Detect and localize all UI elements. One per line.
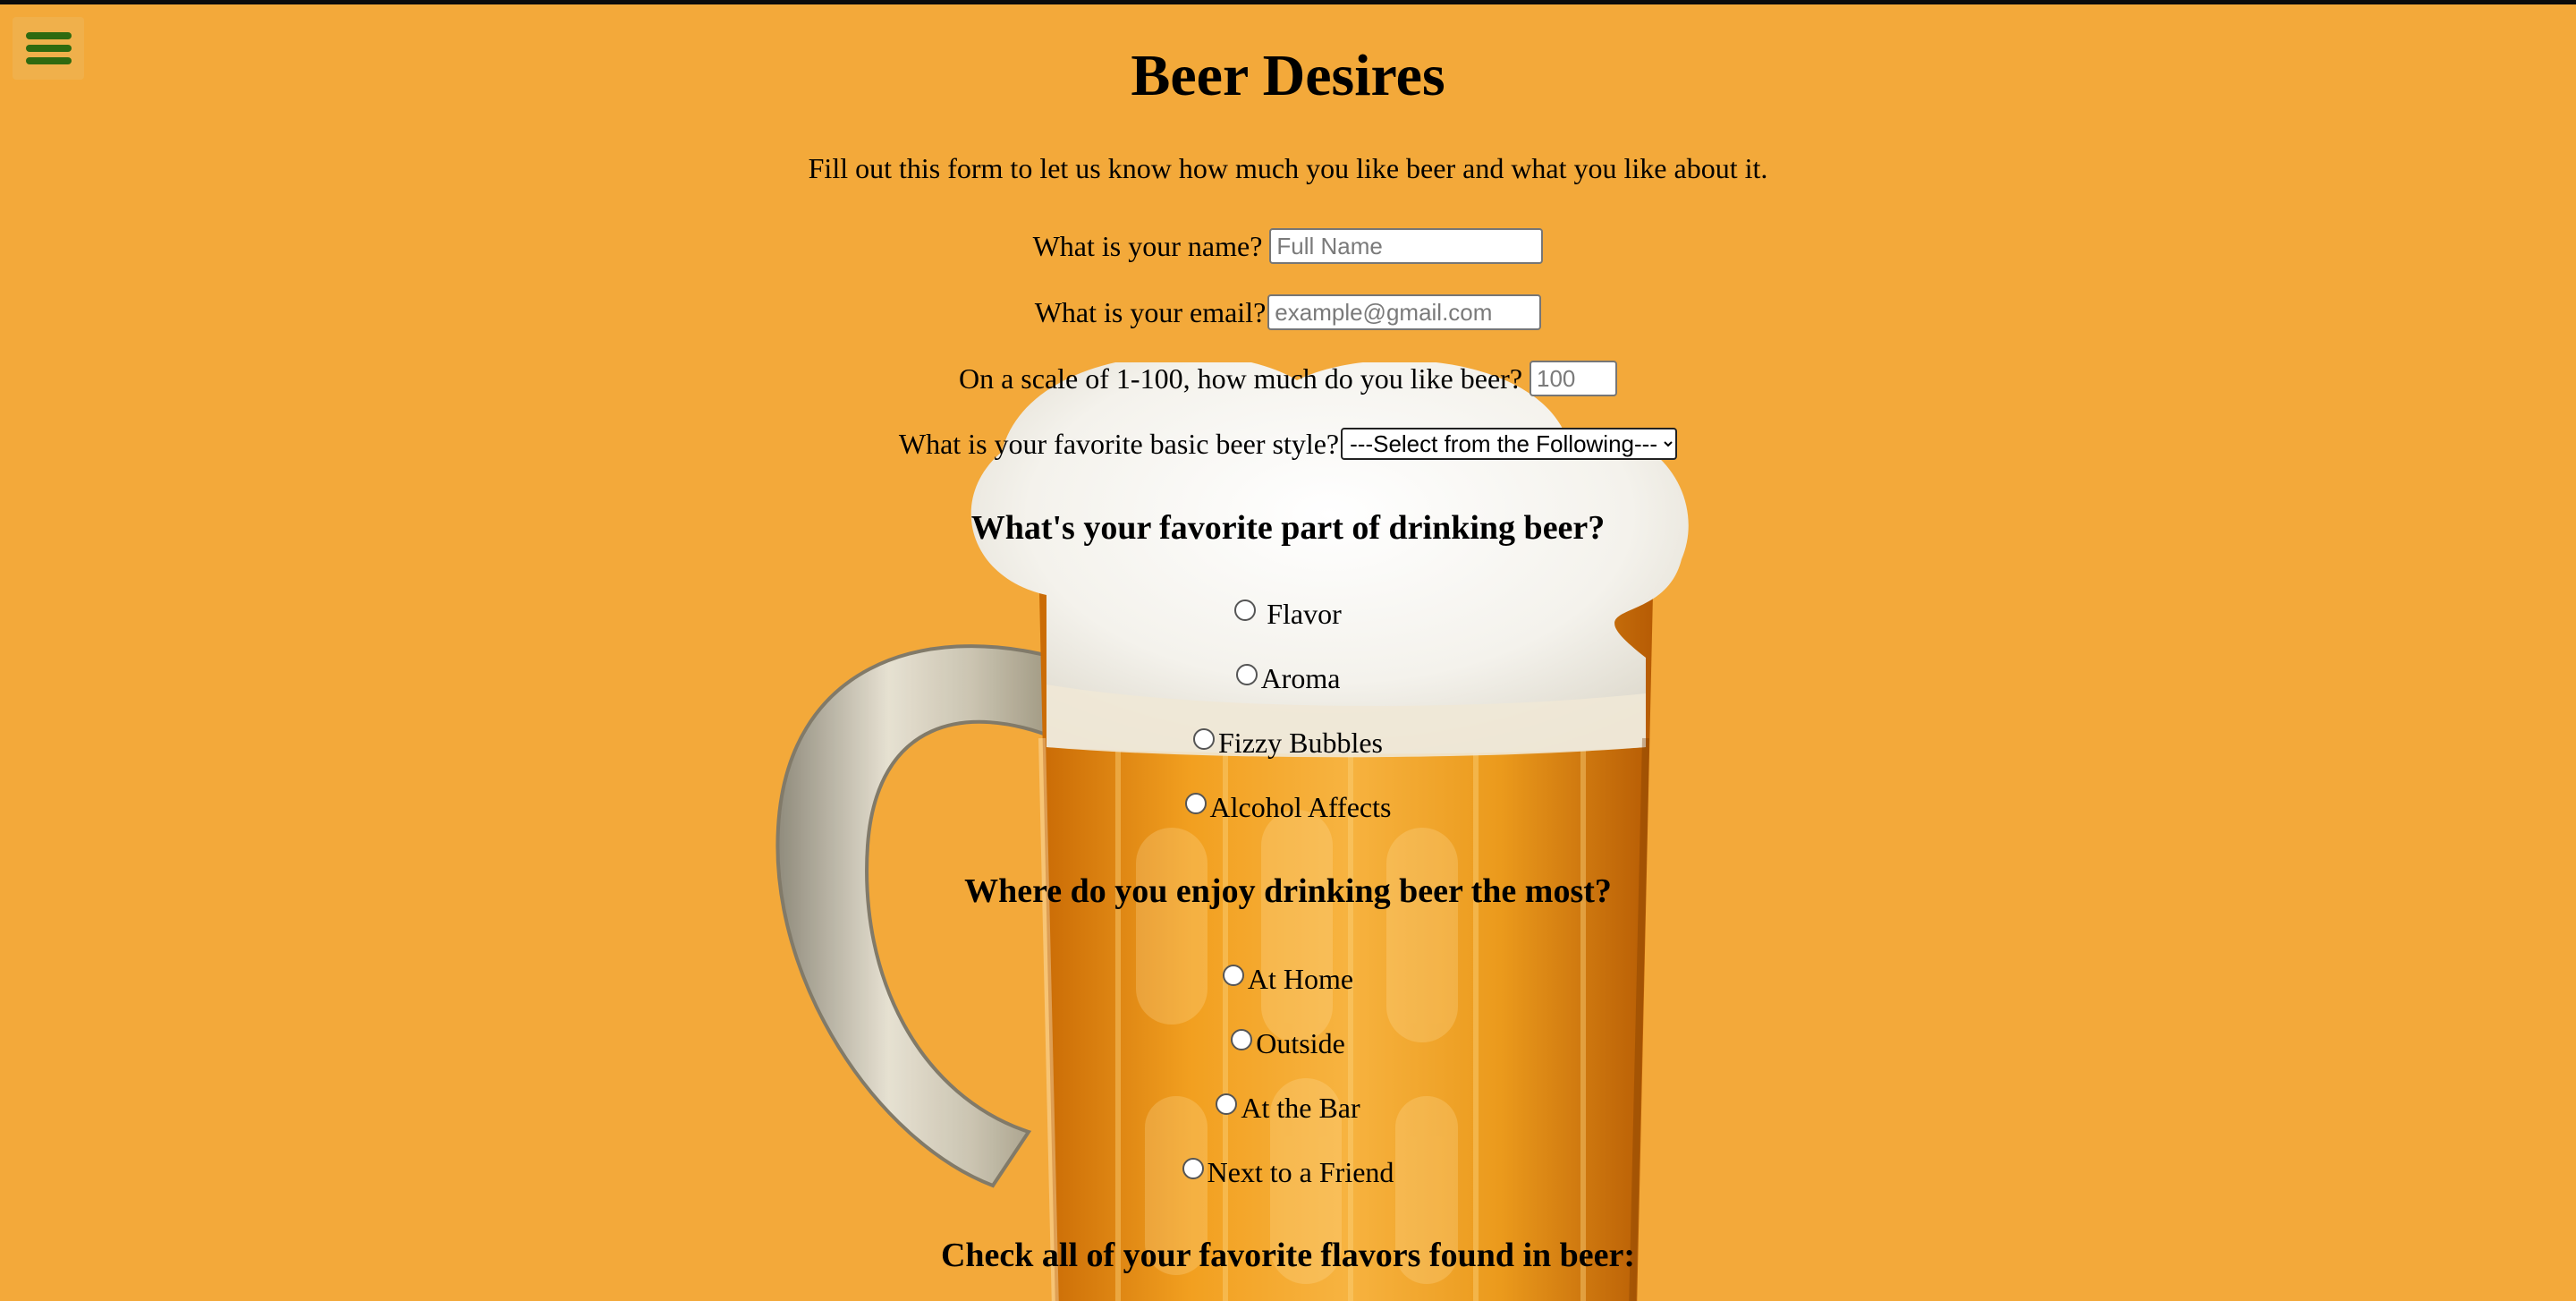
radio-at-home[interactable] [1222,965,1244,986]
email-row: What is your email? [0,294,2576,330]
option-label: Fizzy Bubbles [1218,727,1383,759]
option-label: Next to a Friend [1207,1156,1394,1188]
favorite-part-option[interactable]: Flavor [0,596,2576,633]
beer-style-select[interactable]: ---Select from the Following--- [1341,428,1678,460]
option-label: Alcohol Affects [1209,791,1392,823]
page-title: Beer Desires [1131,43,1445,108]
radio-at-the-bar[interactable] [1216,1093,1238,1115]
rating-input[interactable] [1530,361,1618,396]
name-label: What is your name? [1032,230,1263,262]
favorite-part-option[interactable]: Aroma [0,660,2576,697]
favorite-part-option[interactable]: Alcohol Affects [0,789,2576,826]
radio-outside[interactable] [1231,1029,1253,1050]
style-row: What is your favorite basic beer style? … [0,426,2576,462]
radio-next-to-a-friend[interactable] [1182,1158,1204,1179]
radio-alcohol-affects[interactable] [1184,793,1207,814]
rating-label: On a scale of 1-100, how much do you lik… [958,362,1523,395]
favorite-part-option[interactable]: Fizzy Bubbles [0,725,2576,761]
hamburger-menu-button[interactable] [13,17,84,80]
option-label: Outside [1256,1027,1345,1059]
option-label: Flavor [1267,598,1342,630]
name-row: What is your name? [0,228,2576,264]
radio-aroma[interactable] [1235,664,1258,685]
location-heading: Where do you enjoy drinking beer the mos… [964,872,1612,910]
option-label: Aroma [1260,662,1341,694]
intro-text: Fill out this form to let us know how mu… [808,152,1768,184]
option-label: At Home [1247,963,1354,995]
location-option[interactable]: Next to a Friend [0,1154,2576,1191]
style-label: What is your favorite basic beer style? [898,428,1340,460]
favorite-part-heading: What's your favorite part of drinking be… [970,509,1606,547]
email-input[interactable] [1267,294,1542,330]
email-label: What is your email? [1034,296,1267,328]
radio-flavor[interactable] [1234,599,1257,621]
radio-fizzy-bubbles[interactable] [1193,728,1215,750]
flavors-heading: Check all of your favorite flavors found… [940,1237,1636,1274]
name-input[interactable] [1269,228,1544,264]
location-option[interactable]: At Home [0,961,2576,998]
location-option[interactable]: Outside [0,1025,2576,1062]
location-option[interactable]: At the Bar [0,1090,2576,1127]
rating-row: On a scale of 1-100, how much do you lik… [0,361,2576,396]
option-label: At the Bar [1241,1092,1360,1124]
